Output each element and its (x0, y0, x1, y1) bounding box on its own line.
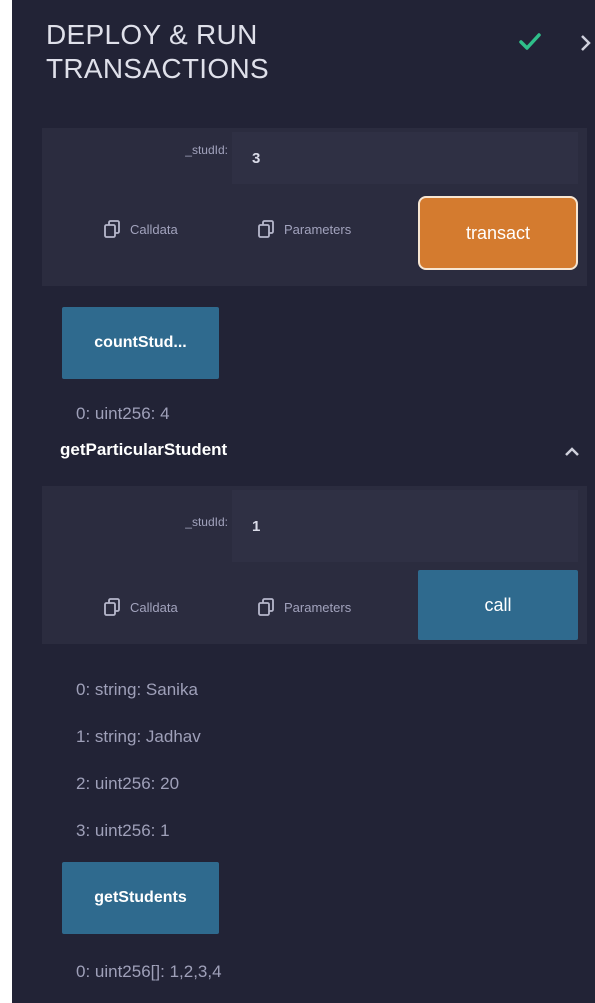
count-students-output: 0: uint256: 4 (76, 404, 170, 423)
chevron-right-icon[interactable] (580, 34, 592, 52)
panel-title: DEPLOY & RUN TRANSACTIONS (46, 18, 269, 86)
calldata-label: Calldata (130, 599, 178, 615)
copy-icon (258, 598, 274, 616)
transact-button[interactable]: transact (418, 196, 578, 270)
studid-param-label: _studId: (185, 143, 228, 157)
calldata-label: Calldata (130, 221, 178, 237)
panel-title-line2: TRANSACTIONS (46, 53, 269, 84)
parameters-copy-button-call[interactable]: Parameters (258, 598, 351, 616)
copy-icon (258, 220, 274, 238)
deploy-run-panel: DEPLOY & RUN TRANSACTIONS _studId: 3 Cal… (12, 0, 595, 1003)
count-students-button[interactable]: countStud... (62, 307, 219, 379)
output-line: 2: uint256: 20 (76, 774, 180, 793)
studid-input-call[interactable]: 1 (232, 490, 578, 562)
check-icon (519, 33, 541, 50)
parameters-label: Parameters (284, 221, 352, 237)
parameters-copy-button-transact[interactable]: Parameters (258, 220, 351, 238)
calldata-copy-button-call[interactable]: Calldata (104, 598, 178, 616)
get-particular-student-title: getParticularStudent (60, 440, 228, 459)
call-button[interactable]: call (418, 570, 578, 640)
studid-param-label: _studId: (185, 515, 228, 529)
copy-icon (104, 220, 120, 238)
get-students-button[interactable]: getStudents (62, 862, 219, 934)
get-students-output: 0: uint256[]: 1,2,3,4 (76, 962, 222, 981)
output-line: 1: string: Jadhav (76, 727, 201, 746)
output-line: 3: uint256: 1 (76, 821, 170, 840)
studid-input-transact[interactable]: 3 (232, 132, 578, 184)
copy-icon (104, 598, 120, 616)
panel-title-line1: DEPLOY & RUN (46, 19, 258, 50)
chevron-up-icon[interactable] (564, 447, 580, 457)
parameters-label: Parameters (284, 599, 352, 615)
output-line: 0: string: Sanika (76, 680, 198, 699)
calldata-copy-button-transact[interactable]: Calldata (104, 220, 178, 238)
